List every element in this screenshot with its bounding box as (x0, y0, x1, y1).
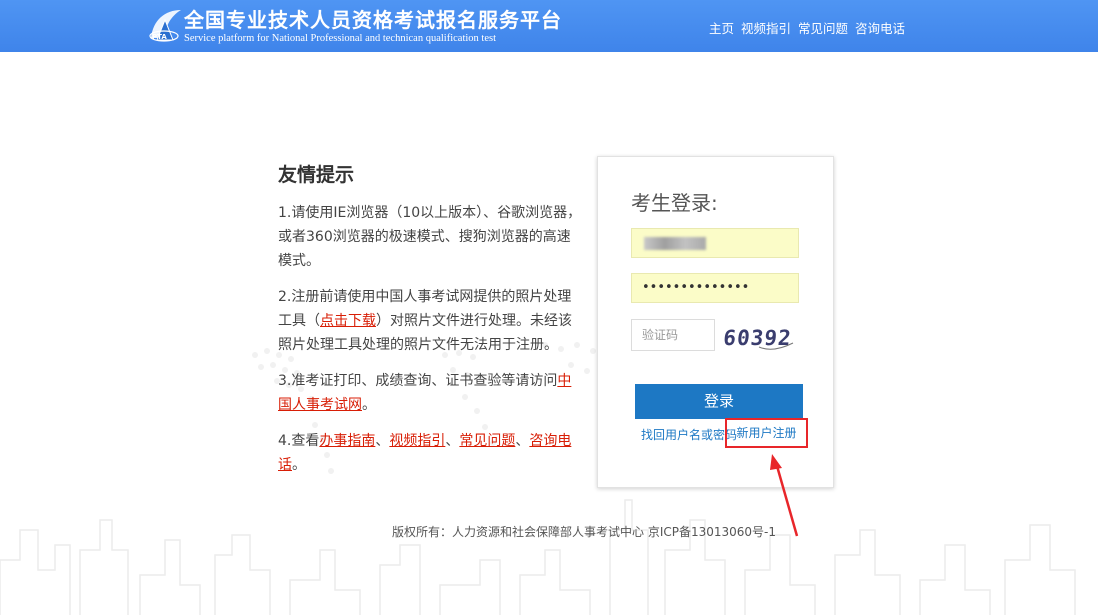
tip-text: 。 (292, 457, 306, 473)
city-skyline-background (0, 499, 1076, 615)
tip-exam-site: 3.准考证打印、成绩查询、证书查验等请访问中国人事考试网。 (278, 369, 583, 417)
top-nav: 主页 视频指引 常见问题 咨询电话 (709, 18, 912, 37)
password-input[interactable]: •••••••••••••• (631, 273, 799, 303)
login-button[interactable]: 登录 (635, 384, 803, 419)
nav-home-link[interactable]: 主页 (709, 18, 734, 37)
video-guide-link[interactable]: 视频指引 (389, 433, 445, 449)
nav-faq-link[interactable]: 常见问题 (798, 18, 848, 37)
top-header-bar: PTA 全国专业技术人员资格考试报名服务平台 Service platform … (0, 0, 1098, 52)
nav-hotline-link[interactable]: 咨询电话 (855, 18, 905, 37)
login-title: 考生登录: (631, 191, 718, 215)
captcha-input[interactable]: 验证码 (631, 319, 715, 351)
forgot-credentials-link[interactable]: 找回用户名或密码 (641, 426, 737, 443)
tip-help-links: 4.查看办事指南、视频指引、常见问题、咨询电话。 (278, 429, 583, 477)
download-tool-link[interactable]: 点击下载 (320, 313, 376, 329)
svg-text:60392: 60392 (723, 325, 793, 350)
copyright-footer: 版权所有：人力资源和社会保障部人事考试中心 京ICP备13013060号-1 (392, 525, 777, 539)
separator: 、 (375, 433, 390, 449)
friendly-tips-panel: 友情提示 1.请使用IE浏览器（10以上版本）、谷歌浏览器，或者360浏览器的极… (278, 160, 583, 489)
guide-link[interactable]: 办事指南 (319, 433, 375, 449)
separator: 、 (515, 433, 530, 449)
username-input[interactable] (631, 228, 799, 258)
tip-text: 3.准考证打印、成绩查询、证书查验等请访问 (278, 373, 558, 389)
pta-logo-icon[interactable]: PTA (147, 6, 183, 44)
faq-link[interactable]: 常见问题 (459, 433, 515, 449)
tip-photo-tool: 2.注册前请使用中国人事考试网提供的照片处理工具（点击下载）对照片文件进行处理。… (278, 285, 583, 357)
nav-video-guide-link[interactable]: 视频指引 (741, 18, 791, 37)
tips-title: 友情提示 (278, 164, 355, 186)
captcha-image[interactable]: 60392 (723, 323, 803, 353)
tip-browser: 1.请使用IE浏览器（10以上版本）、谷歌浏览器，或者360浏览器的极速模式、搜… (278, 205, 582, 269)
login-panel: 考生登录: •••••••••••••• 验证码 60392 登录 找回用户名或… (597, 156, 834, 488)
separator: 、 (445, 433, 460, 449)
blurred-username (644, 237, 706, 250)
new-user-register-link[interactable]: 新用户注册 (725, 418, 808, 448)
svg-text:PTA: PTA (152, 33, 167, 41)
site-subtitle: Service platform for National Profession… (184, 33, 496, 44)
tip-text: 。 (362, 397, 376, 413)
site-title: 全国专业技术人员资格考试报名服务平台 (184, 8, 562, 32)
tip-text: 4.查看 (278, 433, 320, 449)
